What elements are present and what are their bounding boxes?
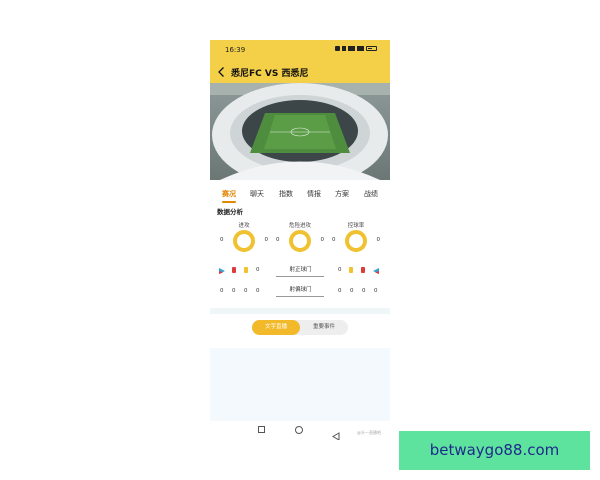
stadium-image [210, 83, 390, 180]
stat-label: 危险进攻 [288, 223, 311, 229]
stat-away-value: 0 [320, 237, 325, 243]
away-stat-value: 0 [362, 288, 366, 294]
site-watermark-badge: betwaygo88.com [399, 431, 590, 470]
stat-home-value: 0 [220, 237, 224, 243]
key-events-toggle[interactable]: 重要事件 [300, 320, 348, 335]
battery-icon [366, 46, 377, 51]
signal-icon [348, 46, 355, 51]
shots-off-target-bar [276, 296, 324, 297]
shots-off-target-label: 射偏球门 [289, 287, 312, 293]
tab-intel[interactable]: 情报 [307, 189, 321, 199]
donut-ring [233, 230, 255, 252]
home-icon[interactable] [295, 426, 303, 434]
live-text-toggle[interactable]: 文字直播 [252, 320, 300, 335]
stat-dangerous-attack: 危险进攻 0 0 [270, 221, 330, 258]
site-watermark-text: betwaygo88.com [429, 441, 560, 459]
shots-on-target-bar [276, 276, 324, 277]
stat-label: 进攻 [238, 223, 250, 229]
page-title: 悉尼FC VS 西悉尼 [231, 69, 309, 79]
yellow-card-icon [244, 267, 248, 273]
away-corners-value: 0 [338, 267, 342, 273]
away-stat-value: 0 [374, 288, 378, 294]
segment-control: 文字直播 重要事件 [252, 320, 348, 335]
shots-on-target-label: 射正球门 [289, 267, 312, 273]
stat-home-value: 0 [276, 237, 280, 243]
away-stat-value: 0 [338, 288, 342, 294]
corner-flag-icon [373, 268, 379, 274]
stat-away-value: 0 [376, 237, 381, 243]
donut-ring [345, 230, 367, 252]
red-card-icon [361, 267, 365, 273]
tab-odds[interactable]: 指数 [279, 189, 293, 199]
tab-chat[interactable]: 聊天 [250, 189, 264, 199]
tab-plan[interactable]: 方案 [335, 189, 349, 199]
status-icons [335, 46, 377, 51]
home-stat-value: 0 [256, 288, 260, 294]
nav-watermark: @头一直播吧 [357, 430, 381, 435]
tab-record[interactable]: 战绩 [364, 189, 378, 199]
yellow-card-icon [349, 267, 353, 273]
live-text-content [210, 348, 390, 421]
status-time: 16:39 [225, 46, 246, 54]
tab-active-indicator [222, 201, 236, 203]
corner-flag-icon [219, 268, 225, 274]
home-stat-value: 0 [220, 288, 224, 294]
stat-attack: 进攻 0 0 [214, 221, 274, 258]
section-divider [210, 308, 390, 314]
donut-ring [289, 230, 311, 252]
signal-icon-2 [357, 46, 364, 51]
back-triangle-icon[interactable] [332, 426, 340, 440]
app-header: 16:39 悉尼FC VS 西悉尼 [210, 40, 390, 83]
phone-screen: 16:39 悉尼FC VS 西悉尼 赛况 聊天 指数 情报 方案 战绩 数据分析… [210, 40, 390, 440]
home-stat-value: 0 [232, 288, 236, 294]
back-arrow-icon[interactable] [217, 66, 226, 78]
stat-label: 控球率 [347, 223, 365, 229]
home-stat-value: 0 [244, 288, 248, 294]
mute-icon [342, 46, 346, 51]
alarm-icon [335, 46, 340, 51]
red-card-icon [232, 267, 236, 273]
tab-match-status[interactable]: 赛况 [222, 189, 236, 199]
recent-apps-icon[interactable] [258, 426, 265, 433]
stat-away-value: 0 [264, 237, 269, 243]
home-corners-value: 0 [256, 267, 260, 273]
stat-possession: 控球率 0 0 [326, 221, 386, 258]
system-nav-bar: @头一直播吧 [210, 421, 390, 440]
tab-bar: 赛况 聊天 指数 情报 方案 战绩 [210, 184, 390, 206]
section-title: 数据分析 [217, 208, 243, 216]
stat-home-value: 0 [332, 237, 336, 243]
away-stat-value: 0 [350, 288, 354, 294]
